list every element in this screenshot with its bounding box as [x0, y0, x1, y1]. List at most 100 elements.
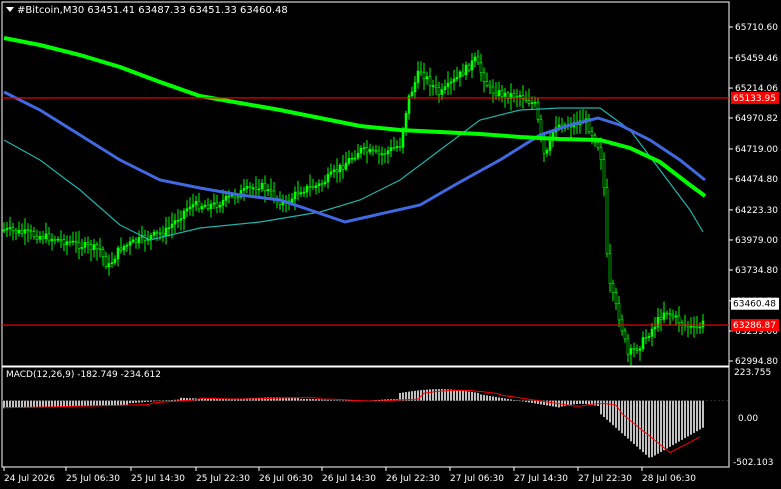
- macd-bar: [57, 400, 59, 407]
- candle-body: [68, 241, 72, 244]
- macd-bar: [309, 399, 311, 401]
- macd-bar: [165, 400, 167, 401]
- candle-body: [308, 185, 312, 188]
- time-tick-label: 26 Jul 22:30: [386, 474, 440, 484]
- macd-bar: [621, 400, 623, 434]
- macd-bar: [651, 400, 653, 458]
- candle-body: [182, 210, 186, 219]
- price-tick-label: 64970.82: [735, 114, 778, 124]
- macd-bar: [666, 400, 668, 449]
- lower-level-badge: 63286.87: [731, 319, 779, 332]
- macd-bar: [9, 400, 11, 409]
- candle-body: [260, 182, 264, 190]
- candle-body: [677, 315, 681, 324]
- candle-body: [398, 146, 402, 148]
- macd-bar: [462, 390, 464, 401]
- candle-body: [494, 92, 498, 97]
- macd-bar: [654, 400, 656, 456]
- macd-bar: [552, 400, 554, 407]
- trading-terminal: #Bitcoin,M30 63451.41 63487.33 63451.33 …: [0, 0, 781, 489]
- candle-body: [665, 312, 669, 315]
- candle-body: [53, 238, 57, 241]
- candle-body: [350, 157, 354, 160]
- macd-bar: [561, 400, 563, 407]
- candle-body: [20, 229, 24, 234]
- macd-bar: [687, 400, 689, 437]
- candle-body: [215, 202, 219, 208]
- macd-bar: [474, 392, 476, 401]
- candle-body: [188, 206, 192, 209]
- candle-body: [197, 201, 201, 210]
- price-chart-canvas[interactable]: #Bitcoin,M30 63451.41 63487.33 63451.33 …: [0, 0, 781, 489]
- triangle-down-icon[interactable]: [6, 7, 14, 12]
- candle-body: [482, 72, 486, 82]
- candle-body: [653, 326, 657, 330]
- macd-bar: [300, 399, 302, 401]
- candle-body: [41, 236, 45, 240]
- candle-body: [659, 316, 663, 320]
- candle-body: [77, 241, 81, 249]
- time-tick-label: 25 Jul 22:30: [196, 474, 250, 484]
- price-tick-label: 63734.80: [735, 266, 778, 276]
- candle-body: [203, 204, 207, 207]
- candle-body: [443, 86, 447, 91]
- candle-body: [590, 131, 594, 137]
- candle-body: [62, 239, 66, 245]
- ma-slow-line: [3, 36, 707, 198]
- candle-body: [158, 232, 162, 235]
- candle-body: [623, 330, 627, 340]
- candle-body: [92, 244, 96, 250]
- candle-body: [497, 90, 501, 97]
- candle-body: [191, 204, 195, 208]
- candle-body: [152, 231, 156, 236]
- candle-body: [11, 227, 15, 231]
- candle-body: [332, 169, 336, 172]
- candle-body: [548, 138, 552, 151]
- macd-bar: [132, 400, 134, 404]
- macd-bar: [75, 400, 77, 407]
- candle-body: [266, 189, 270, 192]
- macd-bar: [489, 395, 491, 401]
- macd-bar: [105, 400, 107, 406]
- time-tick-label: 27 Jul 06:30: [450, 474, 504, 484]
- candle-body: [134, 239, 138, 243]
- candle-body: [179, 218, 183, 221]
- macd-bar: [342, 400, 344, 402]
- candle-body: [137, 236, 141, 243]
- price-tick-label: 64719.00: [735, 145, 778, 155]
- time-tick-label: 27 Jul 22:30: [578, 474, 632, 484]
- candle-body: [176, 219, 180, 222]
- candle-body: [185, 208, 189, 212]
- candle-body: [692, 325, 696, 328]
- macd-bar: [156, 400, 158, 402]
- candle-body: [236, 196, 240, 199]
- macd-bar: [33, 400, 35, 408]
- macd-bar: [135, 400, 137, 403]
- candle-body: [44, 233, 48, 240]
- candle-body: [263, 182, 267, 192]
- macd-bar: [150, 400, 152, 402]
- macd-bar: [63, 400, 65, 407]
- candle-body: [680, 322, 684, 325]
- candle-body: [617, 303, 621, 321]
- candle-body: [314, 185, 318, 188]
- candle-body: [224, 195, 228, 201]
- macd-bar: [168, 400, 170, 401]
- candle-body: [194, 201, 198, 205]
- candle-body: [641, 337, 645, 350]
- candle-body: [503, 92, 507, 97]
- candle-body: [80, 247, 84, 249]
- candle-body: [110, 262, 114, 264]
- time-tick-label: 24 Jul 2026: [4, 474, 55, 484]
- macd-bar: [471, 391, 473, 401]
- candle-body: [35, 235, 39, 240]
- macd-bar: [639, 400, 641, 450]
- candle-body: [377, 150, 381, 155]
- macd-bar: [528, 400, 530, 403]
- candle-body: [518, 95, 522, 97]
- macd-bar: [90, 400, 92, 407]
- macd-bar: [549, 400, 551, 406]
- macd-bar: [18, 400, 20, 408]
- candle-body: [431, 85, 435, 87]
- macd-bar: [180, 397, 182, 401]
